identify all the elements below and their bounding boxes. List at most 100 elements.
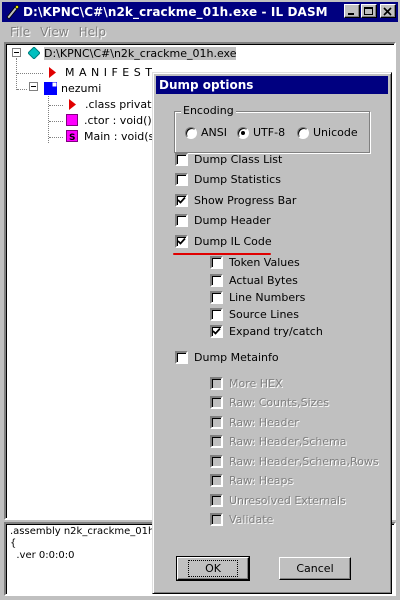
radio-circle (185, 126, 197, 139)
tree-item-label: .class private (85, 97, 159, 111)
checkbox-icon (210, 513, 223, 526)
checkbox-label: Actual Bytes (229, 274, 298, 287)
cb-dump-header[interactable]: Dump Header (175, 214, 271, 227)
cb-raw-heaps[interactable]: Raw: Heaps (210, 474, 293, 487)
checkbox-label: Raw: Header,Schema (229, 435, 347, 448)
cb-dump-class-list[interactable]: Dump Class List (175, 153, 282, 166)
maximize-icon (364, 7, 373, 15)
ok-button[interactable]: OK (176, 556, 250, 581)
encoding-legend: Encoding (181, 104, 236, 117)
radio-label: UTF-8 (253, 126, 286, 139)
checkbox-icon (175, 173, 188, 186)
cancel-button[interactable]: Cancel (279, 557, 351, 580)
collapse-root-icon[interactable] (12, 48, 21, 57)
cb-dump-il-code[interactable]: Dump IL Code (175, 235, 272, 248)
cb-source-lines[interactable]: Source Lines (210, 308, 299, 321)
checkbox-icon (210, 435, 223, 448)
radio-ansi[interactable]: ANSI (185, 126, 227, 139)
tree-ctor[interactable]: .ctor : void() (66, 112, 152, 128)
checkbox-icon (210, 291, 223, 304)
tree-class-private[interactable]: .class private (68, 96, 158, 112)
checkbox-label: Expand try/catch (229, 325, 323, 338)
cb-token-values[interactable]: Token Values (210, 256, 300, 269)
menu-bar: File View Help (2, 22, 398, 42)
maximize-button[interactable] (361, 4, 377, 18)
tree-item-label: .ctor : void() (84, 113, 152, 127)
checkbox-label: Source Lines (229, 308, 299, 321)
radio-circle-selected (237, 126, 249, 139)
cb-raw-counts-sizes[interactable]: Raw: Counts,Sizes (210, 396, 329, 409)
checkbox-icon (210, 256, 223, 269)
checkbox-label: Dump Metainfo (194, 351, 279, 364)
tree-root[interactable]: D:\KPNC\C#\n2k_crackme_01h.exe (28, 45, 237, 61)
checkbox-label: Dump IL Code (194, 235, 272, 248)
red-triangle-icon (49, 66, 56, 78)
checkbox-icon (210, 455, 223, 468)
cb-validate[interactable]: Validate (210, 513, 273, 526)
cancel-button-label: Cancel (296, 562, 334, 575)
tree-manifest[interactable]: M A N I F E S T (48, 64, 152, 80)
checkbox-icon (210, 308, 223, 321)
minimize-icon (348, 13, 354, 15)
checkbox-icon (210, 274, 223, 287)
namespace-label: nezumi (61, 81, 102, 95)
checkmark-icon (175, 235, 188, 248)
red-annotation-underline (173, 253, 271, 255)
checkbox-label: Raw: Header (229, 416, 299, 429)
checkbox-icon (210, 494, 223, 507)
dialog-title: Dump options (156, 76, 388, 94)
checkbox-label: Show Progress Bar (194, 194, 297, 207)
red-triangle-icon (69, 98, 76, 110)
dump-options-dialog: Dump options Encoding ANSI UTF-8 Unicode… (152, 72, 392, 594)
checkbox-label: Raw: Heaps (229, 474, 294, 487)
cb-show-progress-bar[interactable]: Show Progress Bar (175, 194, 296, 207)
close-button[interactable] (380, 4, 396, 18)
radio-circle (297, 126, 309, 139)
checkbox-icon (210, 377, 223, 390)
app-icon (6, 4, 20, 20)
radio-label: Unicode (313, 126, 358, 139)
cb-raw-header-schema-rows[interactable]: Raw: Header,Schema,Rows (210, 455, 379, 468)
checkbox-label: Validate (229, 513, 274, 526)
radio-unicode[interactable]: Unicode (297, 126, 358, 139)
svg-text:S: S (69, 133, 75, 142)
checkbox-label: Line Numbers (229, 291, 306, 304)
radio-utf8[interactable]: UTF-8 (237, 126, 285, 139)
minimize-button[interactable] (344, 4, 360, 18)
menu-file[interactable]: File (2, 25, 35, 39)
cb-more-hex[interactable]: More HEX (210, 377, 283, 390)
cb-raw-header-schema[interactable]: Raw: Header,Schema (210, 435, 347, 448)
checkbox-label: Raw: Header,Schema,Rows (229, 455, 379, 468)
cb-raw-header[interactable]: Raw: Header (210, 416, 299, 429)
assembly-diamond-icon (28, 47, 40, 59)
checkbox-icon (210, 396, 223, 409)
checkmark-icon (175, 194, 188, 207)
radio-label: ANSI (201, 126, 227, 139)
cb-expand-try-catch[interactable]: Expand try/catch (210, 325, 323, 338)
checkbox-label: Dump Header (194, 214, 271, 227)
checkbox-label: Dump Statistics (194, 173, 281, 186)
window-controls (343, 4, 396, 18)
checkmark-icon (210, 325, 223, 338)
checkbox-label: Raw: Counts,Sizes (229, 396, 329, 409)
manifest-label: M A N I F E S T (65, 65, 153, 79)
encoding-group: Encoding ANSI UTF-8 Unicode (174, 104, 370, 153)
static-method-icon: S (66, 130, 78, 142)
close-icon (383, 7, 392, 16)
tree-main[interactable]: S Main : void(str (66, 128, 163, 144)
menu-view[interactable]: View (35, 25, 73, 39)
cb-unresolved-externals[interactable]: Unresolved Externals (210, 494, 346, 507)
ok-button-label: OK (188, 560, 238, 577)
cb-line-numbers[interactable]: Line Numbers (210, 291, 305, 304)
checkbox-label: More HEX (229, 377, 283, 390)
title-bar: D:\KPNC\C#\n2k_crackme_01h.exe - IL DASM (2, 2, 398, 22)
checkbox-icon (210, 474, 223, 487)
checkbox-label: Unresolved Externals (229, 494, 346, 507)
collapse-namespace-icon[interactable] (29, 82, 38, 91)
cb-dump-metainfo[interactable]: Dump Metainfo (175, 351, 279, 364)
tree-root-label: D:\KPNC\C#\n2k_crackme_01h.exe (44, 46, 237, 60)
menu-help[interactable]: Help (74, 25, 111, 39)
cb-dump-statistics[interactable]: Dump Statistics (175, 173, 281, 186)
tree-namespace[interactable]: nezumi (44, 80, 101, 96)
cb-actual-bytes[interactable]: Actual Bytes (210, 274, 298, 287)
